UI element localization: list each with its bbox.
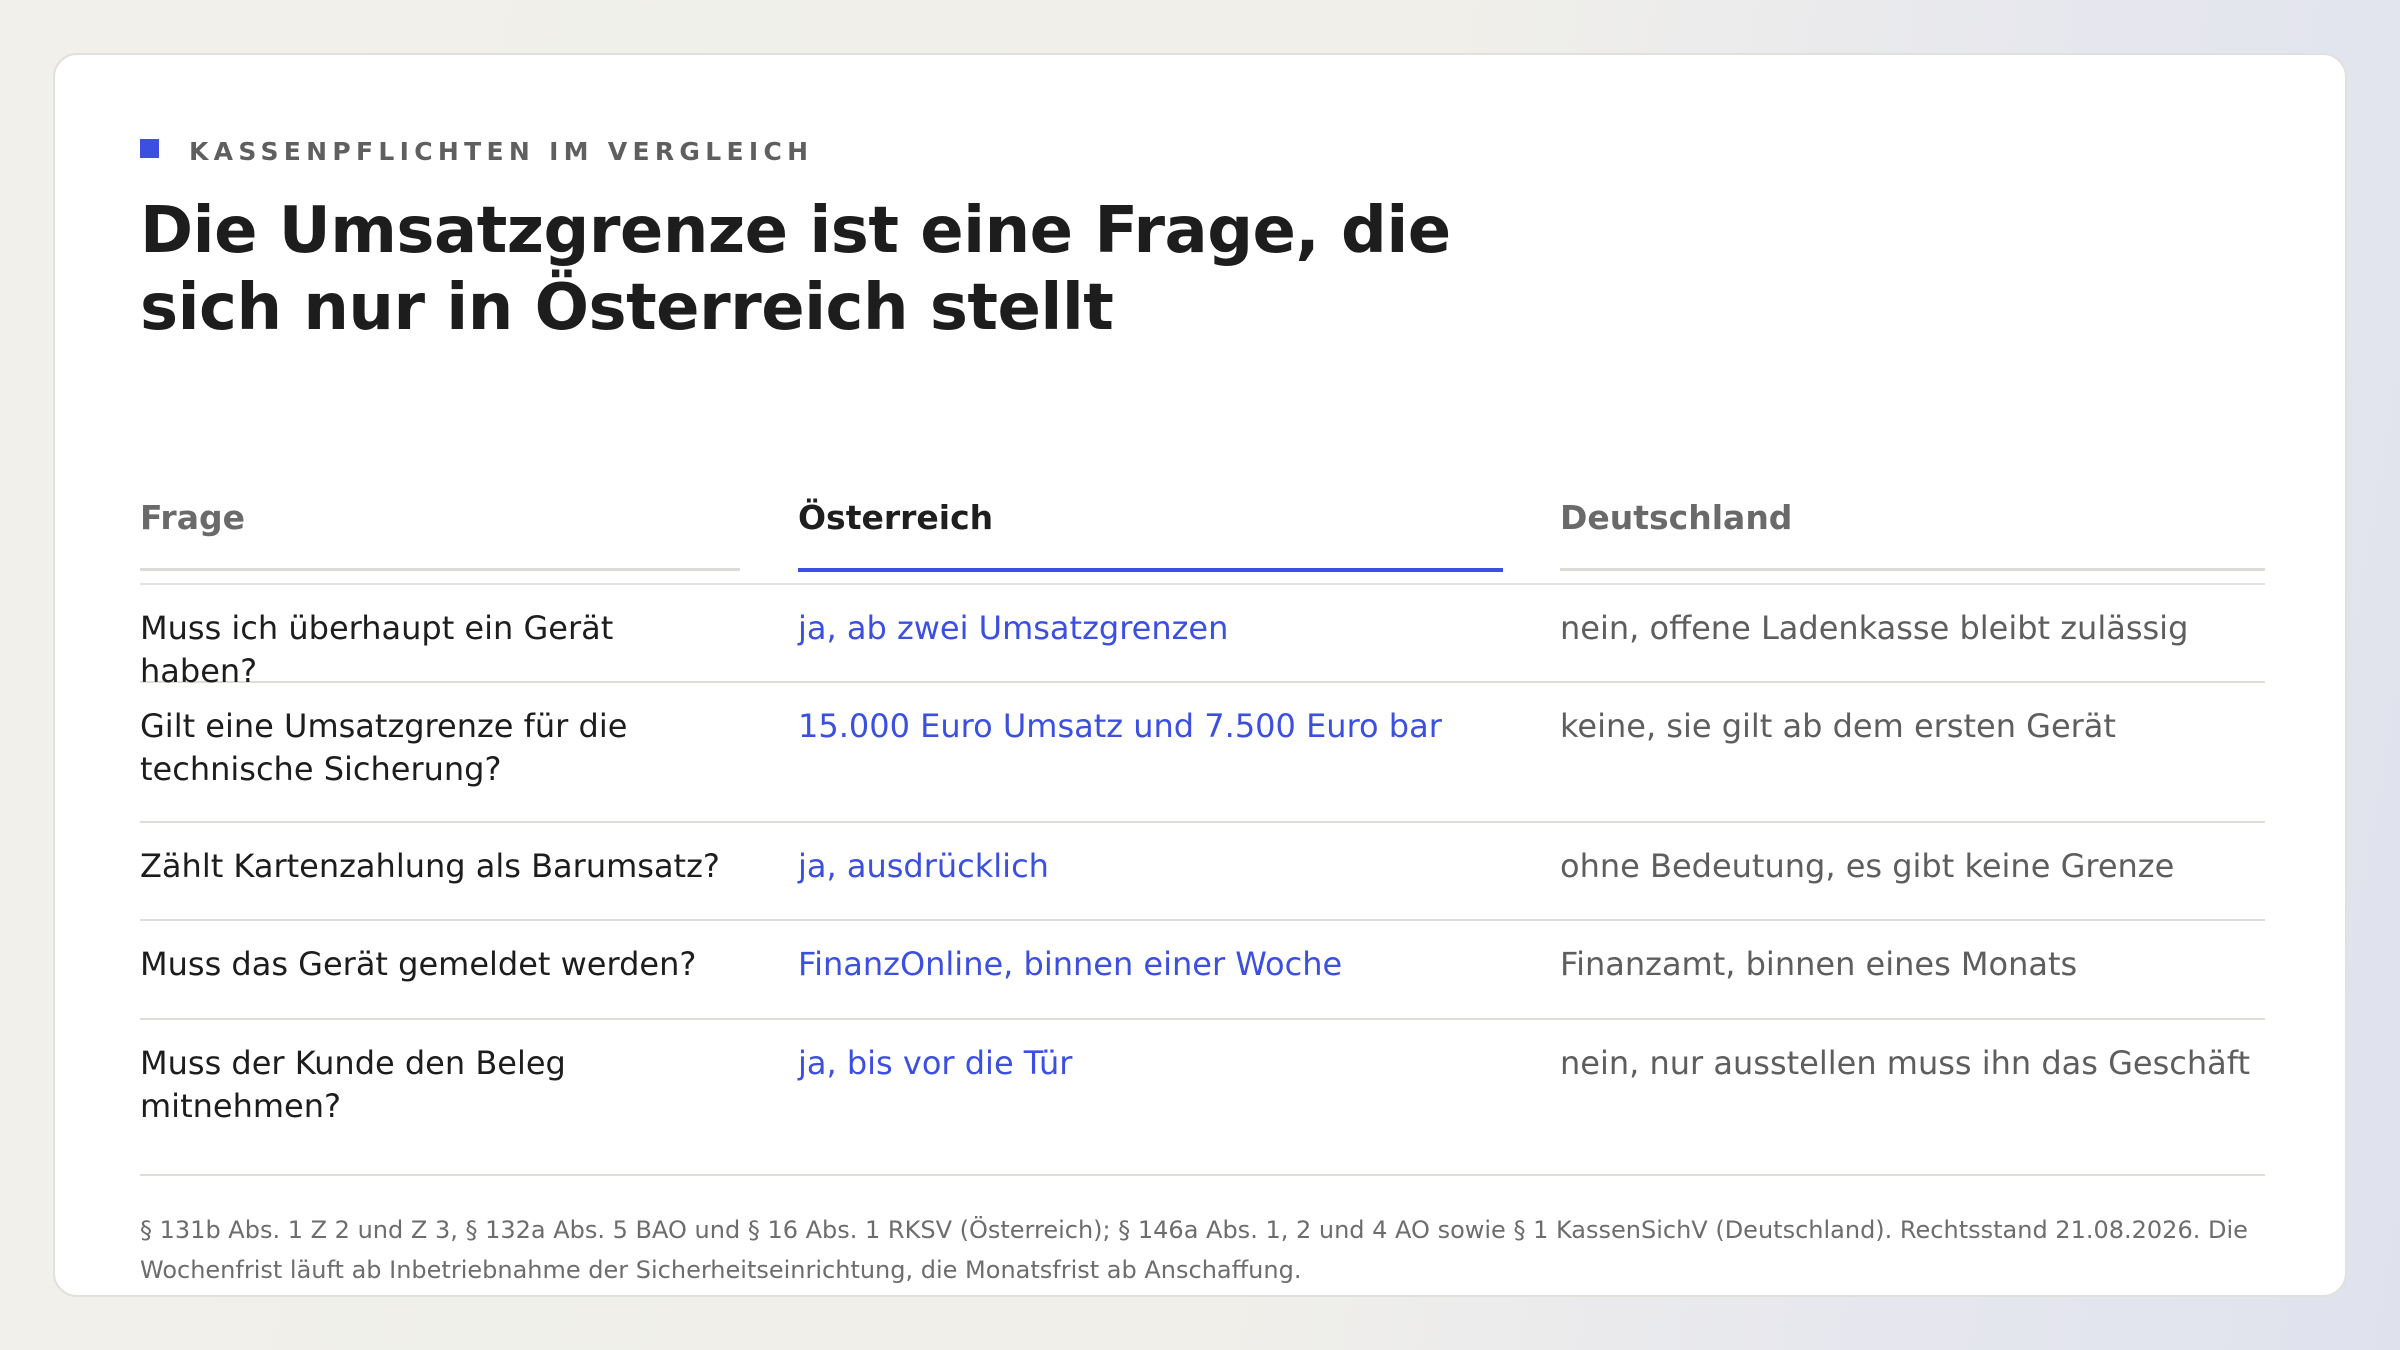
- cell-frage: Gilt eine Umsatzgrenze für die technisch…: [140, 707, 628, 788]
- table-row: Zählt Kartenzahlung als Barumsatz? ja, a…: [140, 823, 2265, 921]
- cell-deutschland: nein, nur ausstellen muss ihn das Geschä…: [1560, 1044, 2251, 1082]
- table-header: Frage Österreich Deutschland: [140, 465, 2265, 585]
- eyebrow-label: KASSENPFLICHTEN IM VERGLEICH: [189, 136, 814, 166]
- page-title: Die Umsatzgrenze ist eine Frage, die sic…: [140, 193, 1540, 347]
- cell-frage: Muss der Kunde den Beleg mitnehmen?: [140, 1044, 566, 1125]
- cell-deutschland: ohne Bedeutung, es gibt keine Grenze: [1560, 847, 2175, 885]
- title-line-2: sich nur in Österreich stellt: [140, 271, 1114, 345]
- column-header-oesterreich: Österreich: [798, 465, 1503, 572]
- cell-deutschland: Finanzamt, binnen eines Monats: [1560, 945, 2078, 983]
- column-header-deutschland: Deutschland: [1560, 465, 2265, 571]
- cell-deutschland: keine, sie gilt ab dem ersten Gerät: [1560, 707, 2116, 745]
- table-row: Gilt eine Umsatzgrenze für die technisch…: [140, 683, 2265, 823]
- table-row: Muss der Kunde den Beleg mitnehmen? ja, …: [140, 1020, 2265, 1176]
- table-row: Muss das Gerät gemeldet werden? FinanzOn…: [140, 921, 2265, 1020]
- cell-deutschland: nein, offene Ladenkasse bleibt zulässig: [1560, 609, 2189, 647]
- cell-frage: Zählt Kartenzahlung als Barumsatz?: [140, 847, 720, 885]
- column-header-frage: Frage: [140, 465, 740, 571]
- table-body: Muss ich überhaupt ein Gerät haben? ja, …: [140, 585, 2265, 1176]
- eyebrow: KASSENPFLICHTEN IM VERGLEICH: [140, 135, 813, 167]
- comparison-table: Frage Österreich Deutschland Muss ich üb…: [140, 465, 2265, 1176]
- accent-square-icon: [140, 138, 159, 158]
- cell-frage: Muss ich überhaupt ein Gerät haben?: [140, 609, 614, 690]
- title-line-1: Die Umsatzgrenze ist eine Frage, die: [140, 194, 1451, 268]
- cell-oesterreich: ja, ausdrücklich: [798, 847, 1049, 885]
- cell-oesterreich: FinanzOnline, binnen einer Woche: [798, 945, 1343, 983]
- cell-oesterreich: ja, bis vor die Tür: [798, 1044, 1073, 1082]
- footnote: § 131b Abs. 1 Z 2 und Z 3, § 132a Abs. 5…: [140, 1216, 2248, 1284]
- cell-frage: Muss das Gerät gemeldet werden?: [140, 945, 697, 983]
- table-row: Muss ich überhaupt ein Gerät haben? ja, …: [140, 585, 2265, 690]
- cell-oesterreich: ja, ab zwei Umsatzgrenzen: [798, 609, 1229, 647]
- cell-oesterreich: 15.000 Euro Umsatz und 7.500 Euro bar: [798, 707, 1442, 745]
- comparison-card: KASSENPFLICHTEN IM VERGLEICH Die Umsatzg…: [53, 53, 2347, 1297]
